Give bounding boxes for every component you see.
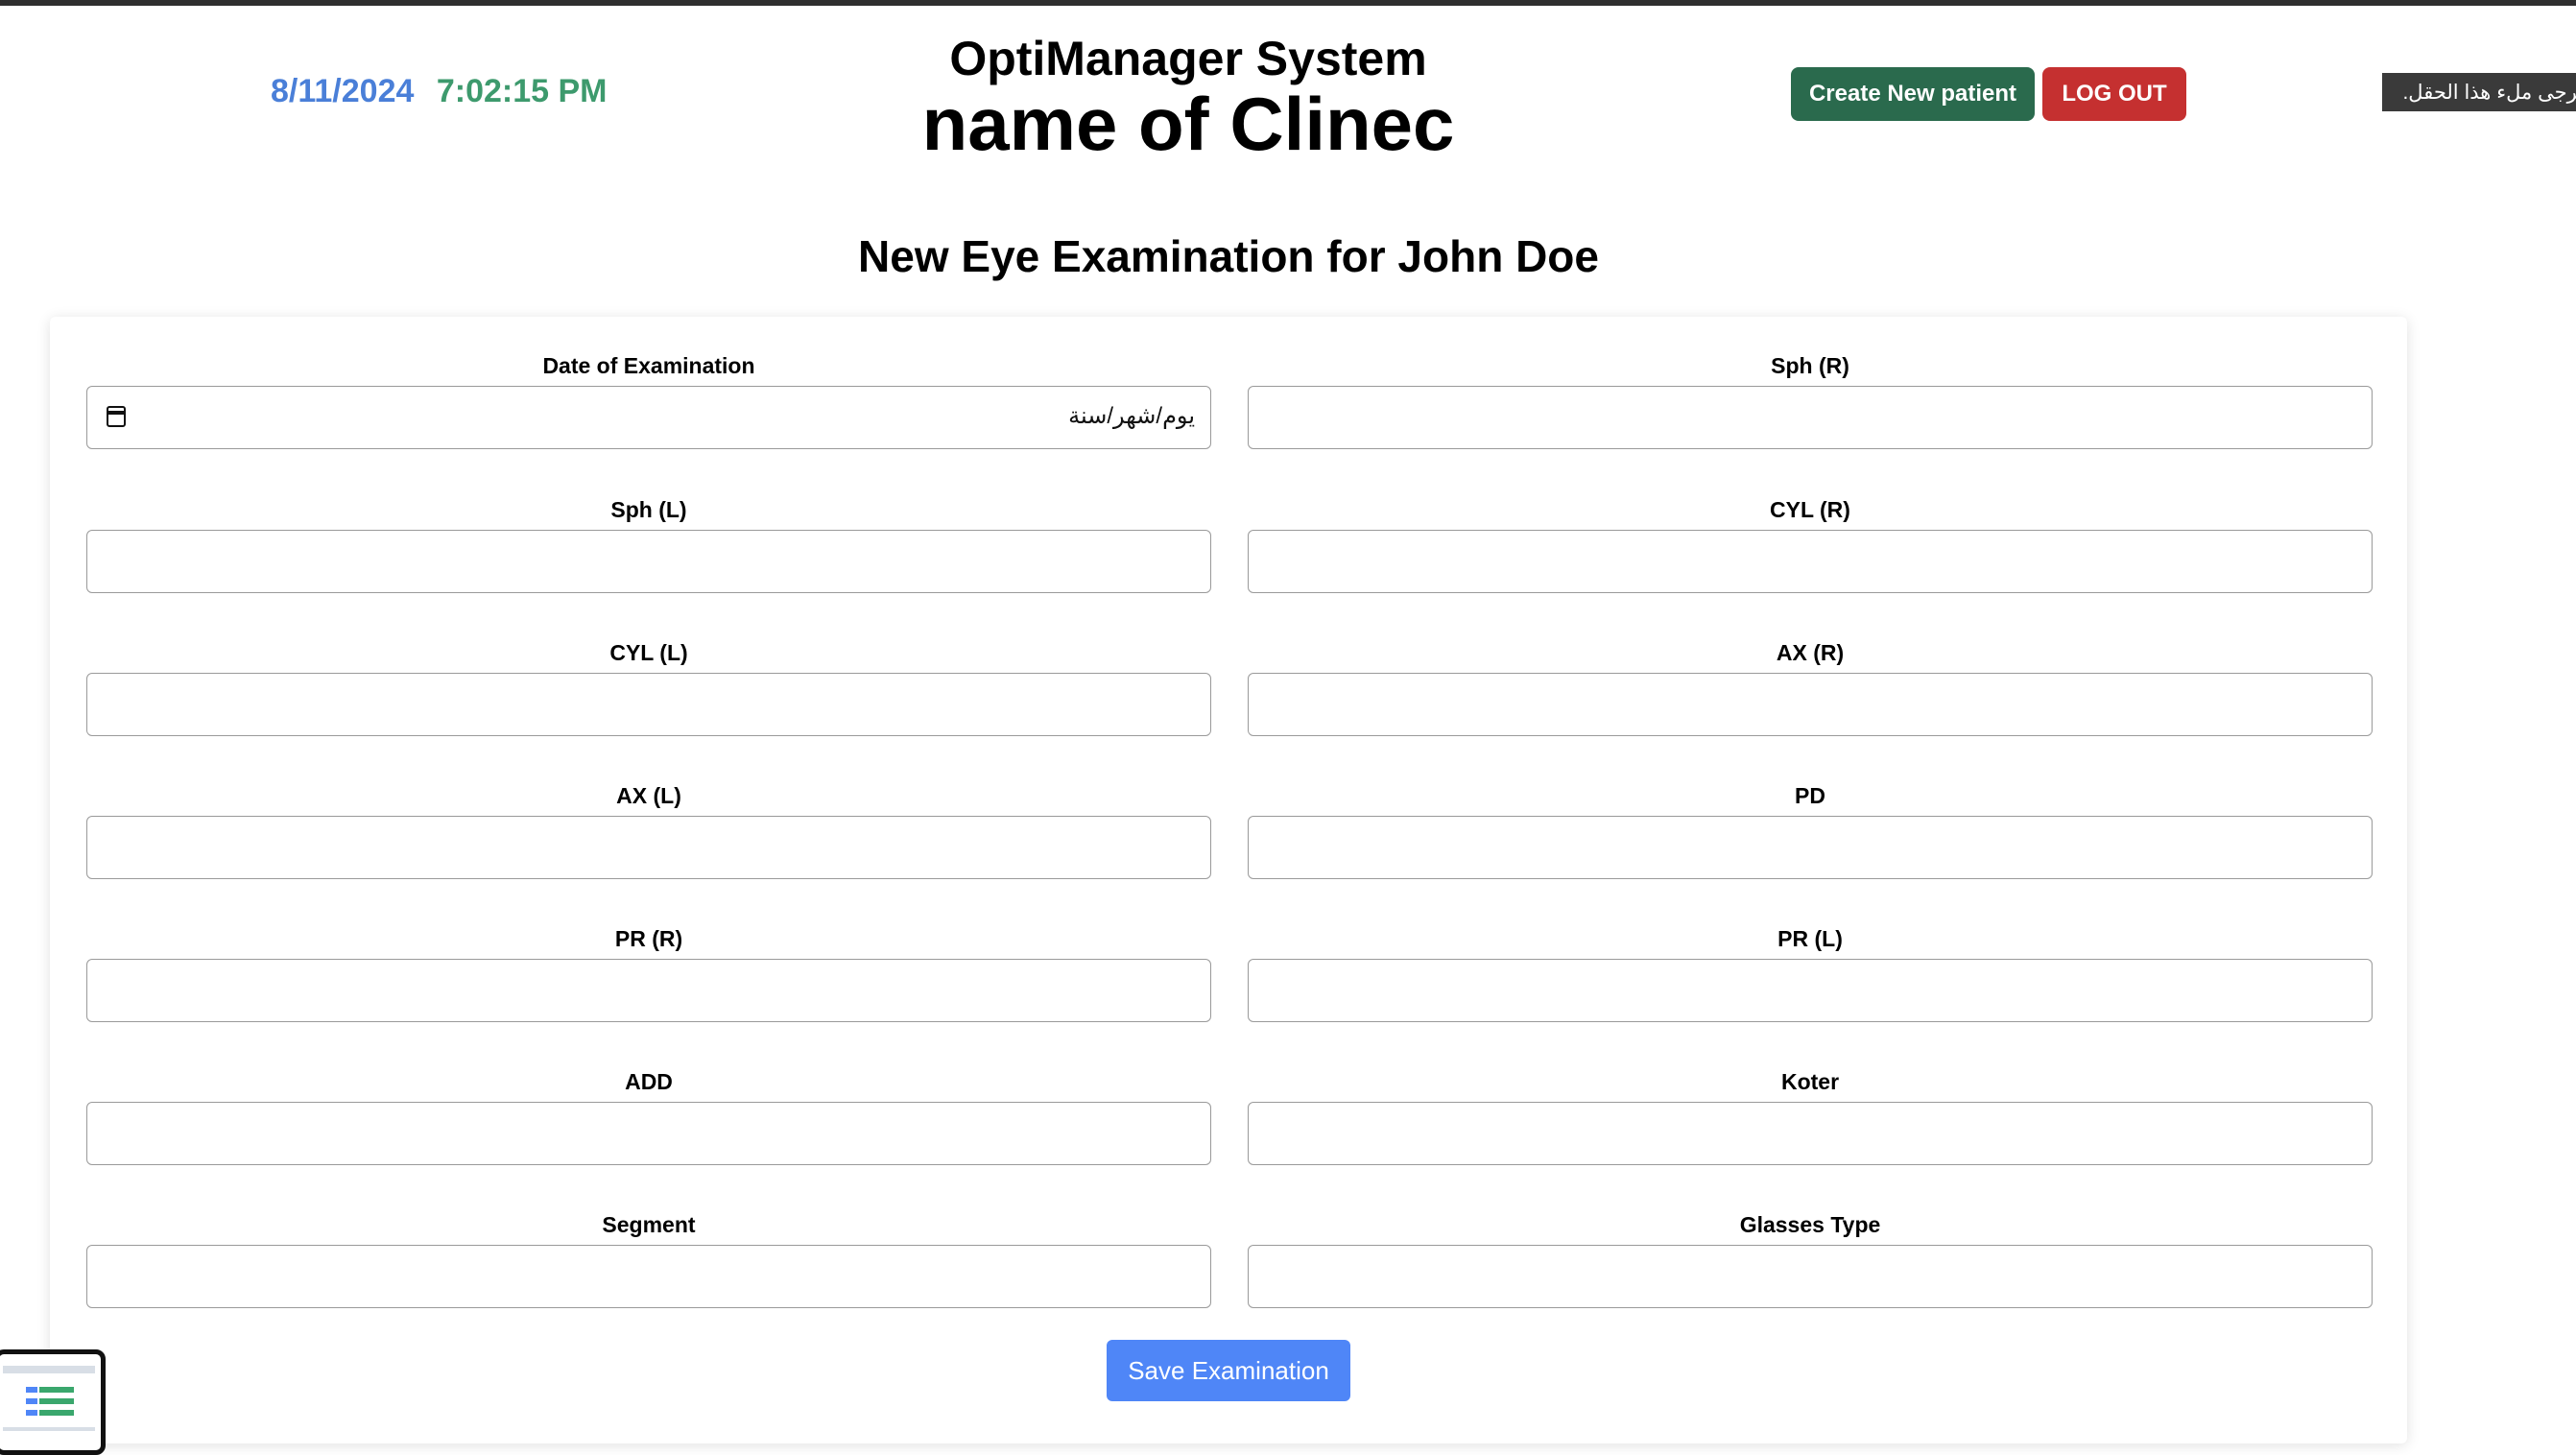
cyl-l-input[interactable]	[86, 673, 1211, 736]
thumbnail-mark	[39, 1387, 74, 1393]
field-label: Koter	[1780, 1069, 1840, 1094]
thumbnail-mark	[39, 1398, 74, 1404]
save-examination-button[interactable]: Save Examination	[1107, 1340, 1350, 1401]
examination-form: Date of Examination يوم/شهر/سنة Sph (R) …	[50, 317, 2407, 1443]
glasses-type-input[interactable]	[1248, 1245, 2373, 1308]
field-label: Segment	[602, 1212, 696, 1237]
field-label: Date of Examination	[542, 353, 755, 378]
ax-r-input[interactable]	[1248, 673, 2373, 736]
window-top-border	[0, 0, 2576, 6]
field-label: ADD	[625, 1069, 673, 1094]
thumbnail-mark	[26, 1398, 37, 1404]
pr-l-input[interactable]	[1248, 959, 2373, 1022]
thumbnail-row	[3, 1427, 95, 1431]
field-glasses-type: Glasses Type	[1248, 1210, 2373, 1308]
field-label: PR (L)	[1777, 926, 1843, 951]
field-label: PD	[1795, 783, 1825, 808]
field-label: CYL (L)	[609, 640, 688, 665]
field-label: Sph (L)	[610, 497, 687, 522]
field-pd: PD	[1248, 781, 2373, 879]
field-pr-l: PR (L)	[1248, 924, 2373, 1022]
page-title: New Eye Examination for John Doe	[858, 231, 1599, 281]
field-sph-l: Sph (L)	[86, 495, 1211, 593]
field-label: Glasses Type	[1739, 1212, 1881, 1237]
pd-input[interactable]	[1248, 816, 2373, 879]
field-ax-l: AX (L)	[86, 781, 1211, 879]
date-placeholder: يوم/شهر/سنة	[1068, 403, 1195, 429]
field-cyl-l: CYL (L)	[86, 638, 1211, 736]
field-cyl-r: CYL (R)	[1248, 495, 2373, 593]
field-ax-r: AX (R)	[1248, 638, 2373, 736]
field-add: ADD	[86, 1067, 1211, 1165]
calendar-icon[interactable]	[107, 406, 126, 427]
field-label: CYL (R)	[1770, 497, 1850, 522]
validation-tooltip: يُرجى ملء هذا الحقل.	[2382, 73, 2576, 111]
screenshot-thumbnail[interactable]	[0, 1349, 106, 1455]
cyl-r-input[interactable]	[1248, 530, 2373, 593]
segment-input[interactable]	[86, 1245, 1211, 1308]
field-sph-r: Sph (R)	[1248, 351, 2373, 449]
field-pr-r: PR (R)	[86, 924, 1211, 1022]
sph-r-input[interactable]	[1248, 386, 2373, 449]
field-label: AX (R)	[1776, 640, 1845, 665]
koter-input[interactable]	[1248, 1102, 2373, 1165]
thumbnail-mark	[26, 1387, 37, 1393]
sph-l-input[interactable]	[86, 530, 1211, 593]
date-input[interactable]: يوم/شهر/سنة	[86, 386, 1211, 449]
add-input[interactable]	[86, 1102, 1211, 1165]
thumbnail-mark	[39, 1410, 74, 1416]
field-segment: Segment	[86, 1210, 1211, 1308]
logout-button[interactable]: LOG OUT	[2042, 67, 2186, 121]
thumbnail-row	[3, 1366, 95, 1373]
field-label: AX (L)	[616, 783, 681, 808]
pr-r-input[interactable]	[86, 959, 1211, 1022]
thumbnail-mark	[26, 1410, 37, 1416]
ax-l-input[interactable]	[86, 816, 1211, 879]
create-new-patient-button[interactable]: Create New patient	[1791, 67, 2035, 121]
field-label: PR (R)	[614, 926, 683, 951]
field-date-of-examination: Date of Examination يوم/شهر/سنة	[86, 351, 1211, 449]
field-label: Sph (R)	[1771, 353, 1849, 378]
field-koter: Koter	[1248, 1067, 2373, 1165]
